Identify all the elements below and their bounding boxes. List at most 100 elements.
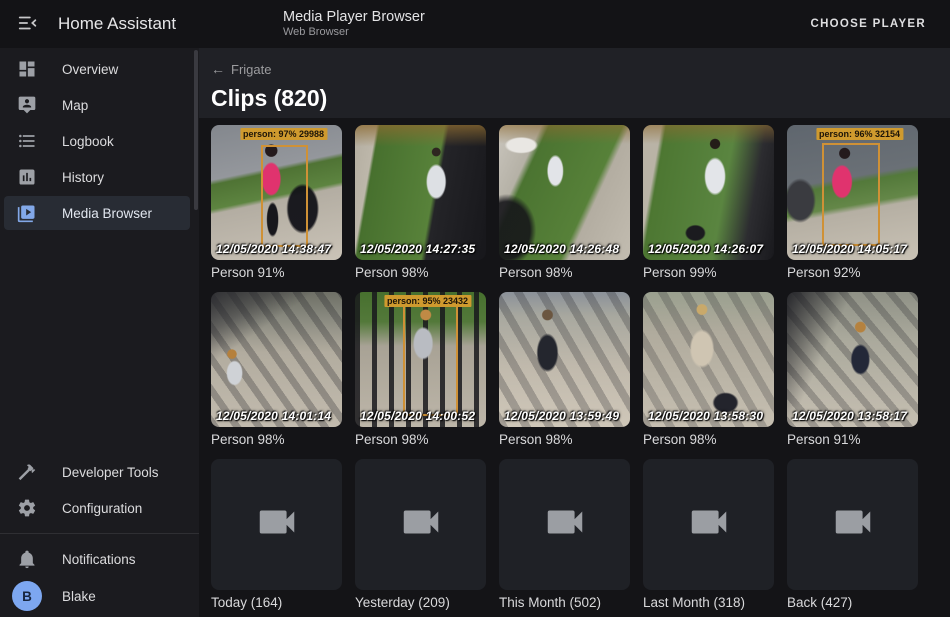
clip-caption: Person 98% <box>355 432 486 448</box>
panel-title-block: Media Player Browser Web Browser <box>283 8 425 40</box>
clip-thumbnail[interactable]: 12/05/2020 14:27:35 <box>355 125 486 260</box>
sidebar-item-logbook[interactable]: Logbook <box>4 124 190 158</box>
detection-bbox <box>822 143 880 247</box>
video-camera-icon <box>686 499 732 550</box>
sidebar-item-developer-tools[interactable]: Developer Tools <box>4 455 190 489</box>
clip-card[interactable]: person: 95% 23432 12/05/2020 14:00:52 Pe… <box>355 292 486 448</box>
panel-subtitle: Web Browser <box>283 26 425 40</box>
clip-caption: Person 92% <box>787 265 918 281</box>
folder-card[interactable]: This Month (502) <box>499 459 630 611</box>
sidebar-item-map[interactable]: Map <box>4 88 190 122</box>
panel-title: Media Player Browser <box>283 8 425 26</box>
clip-caption: Person 98% <box>499 432 630 448</box>
sidebar-item-label: Notifications <box>62 552 136 567</box>
detection-label: person: 96% 32154 <box>816 128 903 140</box>
breadcrumb-label: Frigate <box>231 62 271 77</box>
folder-tile[interactable] <box>643 459 774 590</box>
clip-thumbnail[interactable]: 12/05/2020 14:26:48 <box>499 125 630 260</box>
clip-thumbnail[interactable]: 12/05/2020 13:58:30 <box>643 292 774 427</box>
folder-tile[interactable] <box>499 459 630 590</box>
sidebar-item-overview[interactable]: Overview <box>4 52 190 86</box>
clip-timestamp-overlay: 12/05/2020 14:00:52 <box>360 409 475 423</box>
folder-label: Yesterday (209) <box>355 595 486 611</box>
clip-card[interactable]: 12/05/2020 14:26:07 Person 99% <box>643 125 774 281</box>
sidebar-scrollbar[interactable] <box>194 50 198 210</box>
media-browser-panel: ← Frigate Clips (820) person: 97% 29988 … <box>199 48 950 617</box>
sidebar-item-notifications[interactable]: Notifications <box>4 542 190 576</box>
folder-tile[interactable] <box>787 459 918 590</box>
page-title: Clips (820) <box>211 85 950 112</box>
clip-thumbnail[interactable]: 12/05/2020 14:01:14 <box>211 292 342 427</box>
play-box-multiple-icon <box>17 203 37 223</box>
sidebar-item-media-browser[interactable]: Media Browser <box>4 196 190 230</box>
folder-card[interactable]: Today (164) <box>211 459 342 611</box>
folder-tile[interactable] <box>355 459 486 590</box>
breadcrumb-back-frigate[interactable]: ← Frigate <box>211 61 271 77</box>
video-camera-icon <box>542 499 588 550</box>
clip-timestamp-overlay: 12/05/2020 13:58:30 <box>648 409 763 423</box>
folder-label: Today (164) <box>211 595 342 611</box>
sidebar-item-label: History <box>62 170 104 185</box>
folder-tile[interactable] <box>211 459 342 590</box>
hammer-icon <box>17 462 37 482</box>
sidebar-item-label: Overview <box>62 62 118 77</box>
clip-caption: Person 98% <box>499 265 630 281</box>
clip-card[interactable]: 12/05/2020 14:26:48 Person 98% <box>499 125 630 281</box>
top-bar: Home Assistant Media Player Browser Web … <box>0 0 950 48</box>
sidebar-item-history[interactable]: History <box>4 160 190 194</box>
clip-thumbnail[interactable]: 12/05/2020 14:26:07 <box>643 125 774 260</box>
clip-timestamp-overlay: 12/05/2020 13:58:17 <box>792 409 907 423</box>
folder-card[interactable]: Back (427) <box>787 459 918 611</box>
clip-timestamp-overlay: 12/05/2020 14:27:35 <box>360 242 475 256</box>
bell-icon <box>17 549 37 569</box>
detection-label: person: 97% 29988 <box>240 128 327 140</box>
avatar: B <box>12 581 42 611</box>
clip-timestamp-overlay: 12/05/2020 14:26:48 <box>504 242 619 256</box>
clip-card[interactable]: person: 97% 29988 12/05/2020 14:38:47 Pe… <box>211 125 342 281</box>
sidebar-item-profile[interactable]: B Blake <box>4 578 190 614</box>
sidebar-divider <box>0 533 199 534</box>
sidebar-item-configuration[interactable]: Configuration <box>4 491 190 525</box>
sidebar-item-label: Logbook <box>62 134 114 149</box>
clip-caption: Person 91% <box>211 265 342 281</box>
choose-player-button[interactable]: CHOOSE PLAYER <box>800 10 936 38</box>
clip-thumbnail[interactable]: person: 95% 23432 12/05/2020 14:00:52 <box>355 292 486 427</box>
video-camera-icon <box>398 499 444 550</box>
content-header: ← Frigate Clips (820) <box>199 48 950 118</box>
folder-card[interactable]: Last Month (318) <box>643 459 774 611</box>
person-tooltip-icon <box>17 95 37 115</box>
clip-timestamp-overlay: 12/05/2020 14:05:17 <box>792 242 907 256</box>
home-assistant-app: Home Assistant Media Player Browser Web … <box>0 0 950 617</box>
view-dashboard-icon <box>17 59 37 79</box>
clip-timestamp-overlay: 12/05/2020 14:01:14 <box>216 409 331 423</box>
back-arrow-icon: ← <box>211 61 225 77</box>
video-camera-icon <box>254 499 300 550</box>
bulleted-list-icon <box>17 131 37 151</box>
sidebar-footer: Developer Tools Configuration Notificati… <box>0 455 199 617</box>
clip-card[interactable]: 12/05/2020 13:58:17 Person 91% <box>787 292 918 448</box>
clip-thumbnail[interactable]: person: 96% 32154 12/05/2020 14:05:17 <box>787 125 918 260</box>
clip-card[interactable]: 12/05/2020 13:59:49 Person 98% <box>499 292 630 448</box>
gear-icon <box>17 498 37 518</box>
folder-card[interactable]: Yesterday (209) <box>355 459 486 611</box>
clips-grid-area: person: 97% 29988 12/05/2020 14:38:47 Pe… <box>199 118 950 617</box>
sidebar-item-label: Map <box>62 98 88 113</box>
clip-timestamp-overlay: 12/05/2020 13:59:49 <box>504 409 619 423</box>
clip-thumbnail[interactable]: 12/05/2020 13:58:17 <box>787 292 918 427</box>
profile-name: Blake <box>62 589 96 604</box>
sidebar-item-label: Configuration <box>62 501 142 516</box>
clip-thumbnail[interactable]: person: 97% 29988 12/05/2020 14:38:47 <box>211 125 342 260</box>
clip-caption: Person 91% <box>787 432 918 448</box>
sidebar-toggle-button[interactable] <box>17 12 41 36</box>
clip-card[interactable]: 12/05/2020 13:58:30 Person 98% <box>643 292 774 448</box>
folder-label: Last Month (318) <box>643 595 774 611</box>
clip-caption: Person 98% <box>355 265 486 281</box>
sidebar-item-label: Developer Tools <box>62 465 159 480</box>
clip-thumbnail[interactable]: 12/05/2020 13:59:49 <box>499 292 630 427</box>
clip-card[interactable]: person: 96% 32154 12/05/2020 14:05:17 Pe… <box>787 125 918 281</box>
bar-chart-box-icon <box>17 167 37 187</box>
folder-label: Back (427) <box>787 595 918 611</box>
clip-card[interactable]: 12/05/2020 14:01:14 Person 98% <box>211 292 342 448</box>
clip-card[interactable]: 12/05/2020 14:27:35 Person 98% <box>355 125 486 281</box>
clip-caption: Person 98% <box>211 432 342 448</box>
